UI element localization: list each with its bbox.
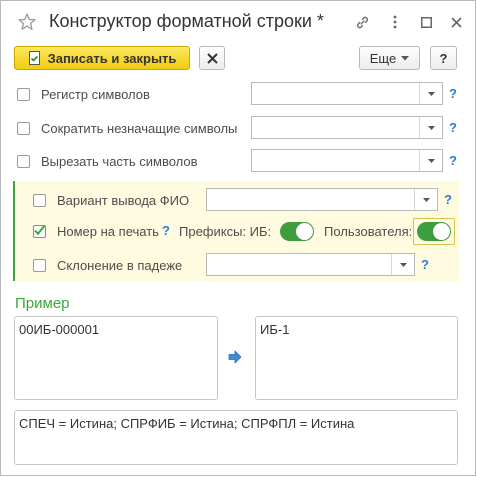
cancel-button[interactable] <box>199 46 225 70</box>
dropdown-arrow-icon[interactable] <box>391 254 414 275</box>
user-label: Пользователя: <box>324 224 413 239</box>
cut-chars-select[interactable] <box>251 149 443 172</box>
trim-insignificant-select[interactable] <box>251 116 443 139</box>
trim-insignificant-help-icon[interactable]: ? <box>449 120 457 135</box>
help-label: ? <box>439 50 448 66</box>
fio-variant-help-icon[interactable]: ? <box>444 192 452 207</box>
dropdown-arrow-icon[interactable] <box>419 117 442 138</box>
case-register-checkbox[interactable] <box>17 88 30 101</box>
constructor-window: Конструктор форматной строки * Записать … <box>0 0 476 476</box>
case-register-select[interactable] <box>251 82 443 105</box>
example-output-field[interactable]: ИБ-1 <box>255 316 458 400</box>
maximize-icon[interactable] <box>417 13 435 31</box>
save-and-close-button[interactable]: Записать и закрыть <box>14 46 190 70</box>
trim-insignificant-checkbox[interactable] <box>17 122 30 135</box>
favorite-star-icon[interactable] <box>17 12 37 32</box>
cut-chars-help-icon[interactable]: ? <box>449 153 457 168</box>
fio-variant-checkbox[interactable] <box>33 194 46 207</box>
toggle-knob <box>296 223 313 240</box>
user-toggle[interactable] <box>417 222 451 241</box>
cut-chars-label: Вырезать часть символов <box>41 154 198 169</box>
more-actions-icon[interactable] <box>386 13 404 31</box>
arrow-right-icon <box>228 350 242 364</box>
toggle-knob <box>433 223 450 240</box>
print-number-label: Номер на печать <box>57 224 159 239</box>
close-icon[interactable] <box>447 13 465 31</box>
fio-variant-select[interactable] <box>206 188 438 211</box>
cross-icon <box>206 52 218 64</box>
case-register-help-icon[interactable]: ? <box>449 86 457 101</box>
fio-variant-label: Вариант вывода ФИО <box>57 193 190 208</box>
chevron-down-icon <box>401 55 410 60</box>
checkmark-icon <box>34 225 46 236</box>
print-number-help-icon[interactable]: ? <box>162 223 170 238</box>
case-register-label: Регистр символов <box>41 87 150 102</box>
case-declension-help-icon[interactable]: ? <box>421 257 429 272</box>
link-icon[interactable] <box>353 13 371 31</box>
example-section-title: Пример <box>15 295 70 312</box>
cut-chars-checkbox[interactable] <box>17 155 30 168</box>
example-input-field[interactable]: 00ИБ-000001 <box>14 316 218 400</box>
help-button[interactable]: ? <box>430 46 457 70</box>
example-input-value: 00ИБ-000001 <box>19 322 100 337</box>
case-declension-select[interactable] <box>206 253 415 276</box>
window-title: Конструктор форматной строки * <box>49 11 324 31</box>
dropdown-arrow-icon[interactable] <box>414 189 437 210</box>
document-check-icon <box>28 51 40 65</box>
more-button[interactable]: Еще <box>359 46 420 70</box>
prefix-ib-toggle[interactable] <box>280 222 314 241</box>
print-number-checkbox[interactable] <box>33 225 46 238</box>
save-and-close-label: Записать и закрыть <box>47 50 177 66</box>
params-field[interactable]: СПЕЧ = Истина; СПРФИБ = Истина; СПРФПЛ =… <box>14 410 458 465</box>
prefix-ib-label: Префиксы: ИБ: <box>179 224 272 239</box>
case-declension-label: Склонение в падеже <box>57 258 183 273</box>
dropdown-arrow-icon[interactable] <box>419 83 442 104</box>
more-label: Еще <box>369 50 397 66</box>
case-declension-checkbox[interactable] <box>33 259 46 272</box>
trim-insignificant-label: Сократить незначащие символы <box>41 121 238 136</box>
example-output-value: ИБ-1 <box>260 322 290 337</box>
dropdown-arrow-icon[interactable] <box>419 150 442 171</box>
params-value: СПЕЧ = Истина; СПРФИБ = Истина; СПРФПЛ =… <box>19 416 355 431</box>
